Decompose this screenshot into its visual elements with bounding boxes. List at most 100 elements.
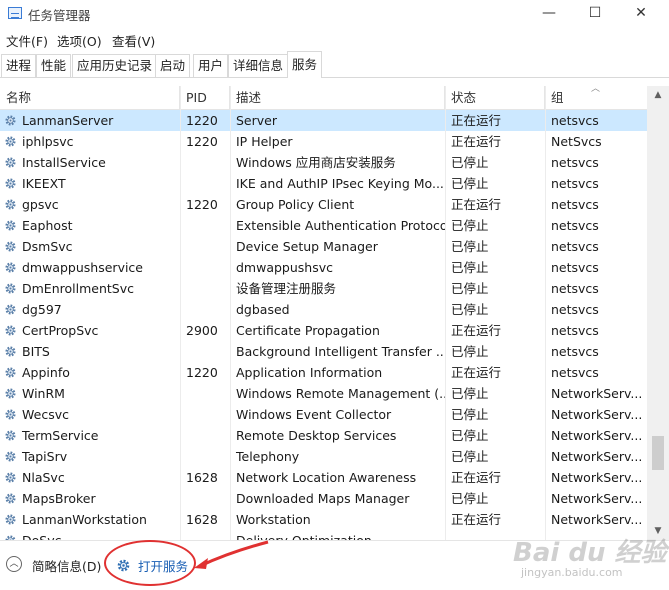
service-gear-icon	[5, 451, 16, 462]
tab-details[interactable]: 详细信息	[228, 54, 289, 77]
column-divider	[230, 86, 231, 540]
service-status: 正在运行	[451, 512, 502, 527]
table-row[interactable]: InstallService Windows 应用商店安装服务 已停止 netsvcs	[0, 152, 647, 173]
window-title: 任务管理器	[28, 8, 91, 23]
service-pid: 1220	[186, 197, 218, 212]
service-pid: 1628	[186, 512, 218, 527]
service-name-text: DsmSvc	[22, 239, 73, 254]
service-description: Application Information	[236, 365, 383, 380]
service-description: dmwappushsvc	[236, 260, 334, 275]
service-name: InstallService	[0, 152, 180, 173]
service-group: netsvcs	[551, 323, 599, 338]
service-description: Group Policy Client	[236, 197, 355, 212]
service-description: Remote Desktop Services	[236, 428, 397, 443]
watermark-text: Bai du 经验	[513, 538, 667, 568]
service-group: NetworkServ...	[551, 512, 643, 527]
table-row[interactable]: CertPropSvc 2900 Certificate Propagation 正在…	[0, 320, 647, 341]
column-name[interactable]: 名称	[0, 86, 180, 110]
service-gear-icon	[5, 430, 16, 441]
table-row[interactable]: WinRM Windows Remote Management (... 已停止 Ne…	[0, 383, 647, 404]
table-row[interactable]: MapsBroker Downloaded Maps Manager 已停止 Netw…	[0, 488, 647, 509]
table-row[interactable]: BITS Background Intelligent Transfer ... 已…	[0, 341, 647, 362]
service-description: Certificate Propagation	[236, 323, 380, 338]
menu-view[interactable]: 查看(V)	[112, 31, 155, 50]
service-name: BITS	[0, 341, 180, 362]
service-group: netsvcs	[551, 197, 599, 212]
service-status: 已停止	[451, 281, 489, 296]
table-row[interactable]: Eaphost Extensible Authentication Protoco…	[0, 215, 647, 236]
column-status[interactable]: 状态	[445, 86, 545, 110]
service-description: Telephony	[236, 449, 300, 464]
service-group: NetworkServ...	[551, 386, 643, 401]
table-row[interactable]: gpsvc 1220 Group Policy Client 正在运行 netsvcs	[0, 194, 647, 215]
service-pid	[180, 341, 230, 362]
scroll-thumb[interactable]	[652, 436, 664, 470]
table-row[interactable]: IKEEXT IKE and AuthIP IPsec Keying Mo... 已…	[0, 173, 647, 194]
service-pid	[180, 152, 230, 173]
table-row[interactable]: NlaSvc 1628 Network Location Awareness 正在运行…	[0, 467, 647, 488]
service-description: Background Intelligent Transfer ...	[236, 344, 445, 359]
service-status: 已停止	[451, 407, 489, 422]
service-name-text: TermService	[22, 428, 99, 443]
tab-processes[interactable]: 进程	[1, 54, 37, 77]
service-name: iphlpsvc	[0, 131, 180, 152]
tab-app-history[interactable]: 应用历史记录	[72, 54, 158, 77]
service-group: netsvcs	[551, 239, 599, 254]
vertical-scrollbar[interactable]: ▲ ▼	[647, 86, 669, 540]
tab-performance[interactable]: 性能	[36, 54, 72, 77]
menu-options[interactable]: 选项(O)	[57, 31, 102, 50]
service-status: 已停止	[451, 449, 489, 464]
service-name-text: dmwappushservice	[22, 260, 143, 275]
service-gear-icon	[5, 409, 16, 420]
service-name-text: NlaSvc	[22, 470, 65, 485]
chevron-up-icon[interactable]: ︿	[6, 556, 22, 572]
table-row[interactable]: Appinfo 1220 Application Information 正在运行 ne…	[0, 362, 647, 383]
column-description[interactable]: 描述	[230, 86, 445, 110]
minimize-button[interactable]: —	[526, 0, 572, 28]
service-status: 已停止	[451, 218, 489, 233]
service-status: 已停止	[451, 176, 489, 191]
service-group: netsvcs	[551, 155, 599, 170]
maximize-button[interactable]: ☐	[572, 0, 618, 28]
service-description: IKE and AuthIP IPsec Keying Mo...	[236, 176, 444, 191]
tab-startup[interactable]: 启动	[155, 54, 191, 77]
close-button[interactable]: ✕	[618, 0, 664, 28]
service-group: NetworkServ...	[551, 407, 643, 422]
service-pid: 1220	[186, 134, 218, 149]
table-row[interactable]: dmwappushservice dmwappushsvc 已停止 netsvcs	[0, 257, 647, 278]
table-row[interactable]: Wecsvc Windows Event Collector 已停止 NetworkS…	[0, 404, 647, 425]
service-pid: 1628	[186, 470, 218, 485]
service-pid	[180, 299, 230, 320]
service-name-text: DmEnrollmentSvc	[22, 281, 134, 296]
column-divider	[445, 86, 446, 540]
service-gear-icon	[5, 304, 16, 315]
service-gear-icon	[5, 136, 16, 147]
service-name-text: IKEEXT	[22, 176, 66, 191]
service-name: LanmanWorkstation	[0, 509, 180, 530]
table-row[interactable]: dg597 dgbased 已停止 netsvcs	[0, 299, 647, 320]
tab-strip: 进程 性能 应用历史记录 启动 用户 详细信息 服务	[0, 50, 669, 78]
service-name-text: Appinfo	[22, 365, 70, 380]
table-row[interactable]: LanmanWorkstation 1628 Workstation 正在运行 Netw…	[0, 509, 647, 530]
menu-file[interactable]: 文件(F)	[6, 31, 48, 50]
fewer-details-link[interactable]: 简略信息(D)	[32, 556, 101, 575]
service-name-text: Eaphost	[22, 218, 73, 233]
service-name: TapiSrv	[0, 446, 180, 467]
table-row[interactable]: iphlpsvc 1220 IP Helper 正在运行 NetSvcs	[0, 131, 647, 152]
scroll-up-icon[interactable]: ▲	[647, 86, 669, 104]
service-group: NetworkServ...	[551, 449, 643, 464]
service-name: DsmSvc	[0, 236, 180, 257]
service-name: TermService	[0, 425, 180, 446]
table-row[interactable]: TermService Remote Desktop Services 已停止 Net…	[0, 425, 647, 446]
table-row[interactable]: LanmanServer 1220 Server 正在运行 netsvcs	[0, 110, 647, 131]
service-name: NlaSvc	[0, 467, 180, 488]
table-row[interactable]: DsmSvc Device Setup Manager 已停止 netsvcs	[0, 236, 647, 257]
tab-users[interactable]: 用户	[193, 54, 229, 77]
table-row[interactable]: TapiSrv Telephony 已停止 NetworkServ...	[0, 446, 647, 467]
tab-services[interactable]: 服务	[287, 51, 323, 78]
service-group: NetworkServ...	[551, 428, 643, 443]
service-name-text: WinRM	[22, 386, 65, 401]
table-row[interactable]: DmEnrollmentSvc 设备管理注册服务 已停止 netsvcs	[0, 278, 647, 299]
service-gear-icon	[5, 178, 16, 189]
column-pid[interactable]: PID	[180, 86, 230, 110]
